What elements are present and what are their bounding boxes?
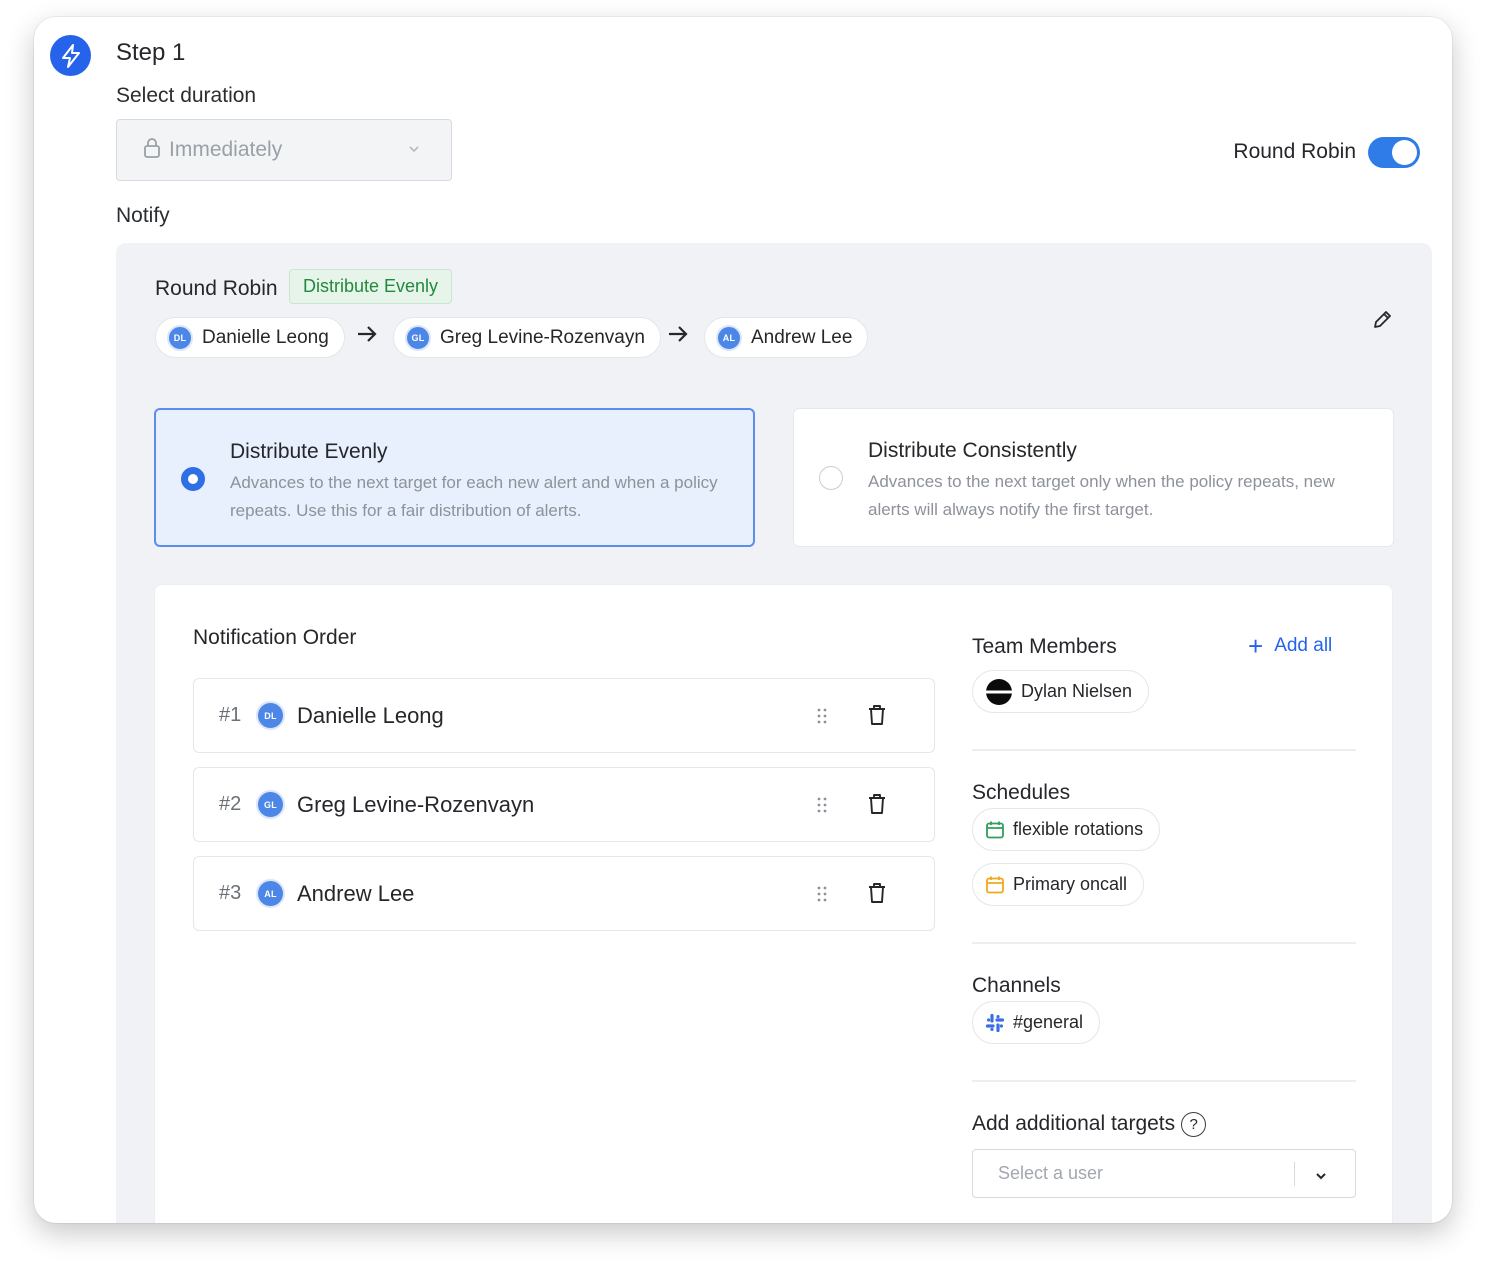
- step-title: Step 1: [116, 39, 186, 66]
- round-robin-panel: Round Robin Distribute Evenly DL Daniell…: [116, 243, 1432, 1223]
- drag-handle-icon[interactable]: [816, 707, 828, 730]
- sequence-chip-andrew[interactable]: AL Andrew Lee: [704, 317, 869, 358]
- drag-handle-icon[interactable]: [816, 885, 828, 908]
- lightning-bolt-icon: [50, 35, 91, 76]
- slack-icon: [985, 1013, 1005, 1033]
- notification-config-card: Notification Order #1 DL Danielle Leong …: [154, 584, 1393, 1223]
- pencil-edit-icon[interactable]: [1371, 309, 1393, 336]
- additional-targets-title: Add additional targets?: [972, 1112, 1207, 1137]
- duration-value: Immediately: [169, 138, 283, 161]
- order-name: Andrew Lee: [297, 880, 415, 906]
- radio-unselected[interactable]: [819, 466, 843, 490]
- order-row[interactable]: #1 DL Danielle Leong: [193, 678, 935, 753]
- option-title: Distribute Consistently: [868, 439, 1077, 462]
- sequence-name: Andrew Lee: [751, 326, 853, 348]
- help-icon[interactable]: ?: [1181, 1112, 1207, 1137]
- team-members-title: Team Members: [972, 635, 1117, 658]
- calendar-icon: [985, 875, 1005, 895]
- order-number: #1: [219, 704, 242, 726]
- duration-label: Select duration: [116, 84, 257, 107]
- escalation-step-window: Step 1 Select duration Immediately Round…: [34, 17, 1452, 1223]
- trash-icon[interactable]: [867, 882, 887, 909]
- select-user-dropdown[interactable]: Select a user: [972, 1149, 1356, 1198]
- notification-order-title: Notification Order: [193, 626, 357, 649]
- arrow-right-icon: [667, 325, 689, 348]
- channel-chip[interactable]: #general: [972, 1001, 1101, 1044]
- avatar: DL: [256, 701, 285, 730]
- team-member-chip[interactable]: Dylan Nielsen: [972, 670, 1150, 713]
- option-distribute-consistently[interactable]: Distribute Consistently Advances to the …: [793, 408, 1394, 547]
- order-row[interactable]: #3 AL Andrew Lee: [193, 856, 935, 931]
- schedule-name: Primary oncall: [1013, 874, 1128, 894]
- round-robin-toggle-label: Round Robin: [1233, 140, 1356, 163]
- divider: [1294, 1162, 1295, 1186]
- chevron-down-icon: [1315, 1168, 1327, 1186]
- schedule-chip[interactable]: flexible rotations: [972, 808, 1161, 851]
- duration-select[interactable]: Immediately: [116, 119, 452, 181]
- avatar: GL: [256, 790, 285, 819]
- additional-targets-label: Add additional targets: [972, 1112, 1176, 1136]
- sequence-chip-danielle[interactable]: DL Danielle Leong: [155, 317, 345, 358]
- avatar: DL: [167, 324, 193, 351]
- sequence-name: Greg Levine-Rozenvayn: [440, 326, 645, 348]
- schedule-chip[interactable]: Primary oncall: [972, 863, 1145, 906]
- avatar: AL: [716, 324, 742, 351]
- add-all-button[interactable]: + Add all: [1248, 631, 1333, 661]
- order-number: #3: [219, 882, 242, 904]
- user-avatar-icon: [985, 678, 1013, 706]
- chevron-down-icon: [407, 142, 421, 161]
- option-description: Advances to the next target for each new…: [230, 473, 718, 520]
- schedules-title: Schedules: [972, 781, 1071, 804]
- lock-icon: [143, 137, 161, 163]
- option-description: Advances to the next target only when th…: [868, 472, 1335, 519]
- trash-icon[interactable]: [867, 704, 887, 731]
- round-robin-toggle[interactable]: [1368, 137, 1420, 168]
- option-distribute-evenly[interactable]: Distribute Evenly Advances to the next t…: [154, 408, 755, 547]
- distribution-badge: Distribute Evenly: [289, 269, 453, 304]
- option-title: Distribute Evenly: [230, 440, 388, 463]
- add-all-label: Add all: [1274, 635, 1333, 656]
- avatar: GL: [405, 324, 431, 351]
- divider: [972, 1080, 1356, 1082]
- divider: [972, 942, 1356, 944]
- channels-title: Channels: [972, 974, 1061, 997]
- select-user-placeholder: Select a user: [998, 1163, 1104, 1183]
- calendar-icon: [985, 820, 1005, 840]
- arrow-right-icon: [356, 325, 378, 348]
- order-name: Danielle Leong: [297, 702, 444, 728]
- notify-label: Notify: [116, 204, 170, 227]
- radio-selected[interactable]: [181, 467, 205, 491]
- trash-icon[interactable]: [867, 793, 887, 820]
- team-member-name: Dylan Nielsen: [1021, 681, 1133, 701]
- schedule-name: flexible rotations: [1013, 819, 1144, 839]
- order-number: #2: [219, 793, 242, 815]
- channel-name: #general: [1013, 1012, 1084, 1032]
- divider: [972, 749, 1356, 751]
- round-robin-title: Round Robin: [155, 277, 278, 300]
- sequence-name: Danielle Leong: [202, 326, 329, 348]
- drag-handle-icon[interactable]: [816, 796, 828, 819]
- order-row[interactable]: #2 GL Greg Levine-Rozenvayn: [193, 767, 935, 842]
- sequence-chip-greg[interactable]: GL Greg Levine-Rozenvayn: [393, 317, 661, 358]
- avatar: AL: [256, 879, 285, 908]
- order-name: Greg Levine-Rozenvayn: [297, 791, 535, 817]
- plus-icon: +: [1248, 631, 1264, 661]
